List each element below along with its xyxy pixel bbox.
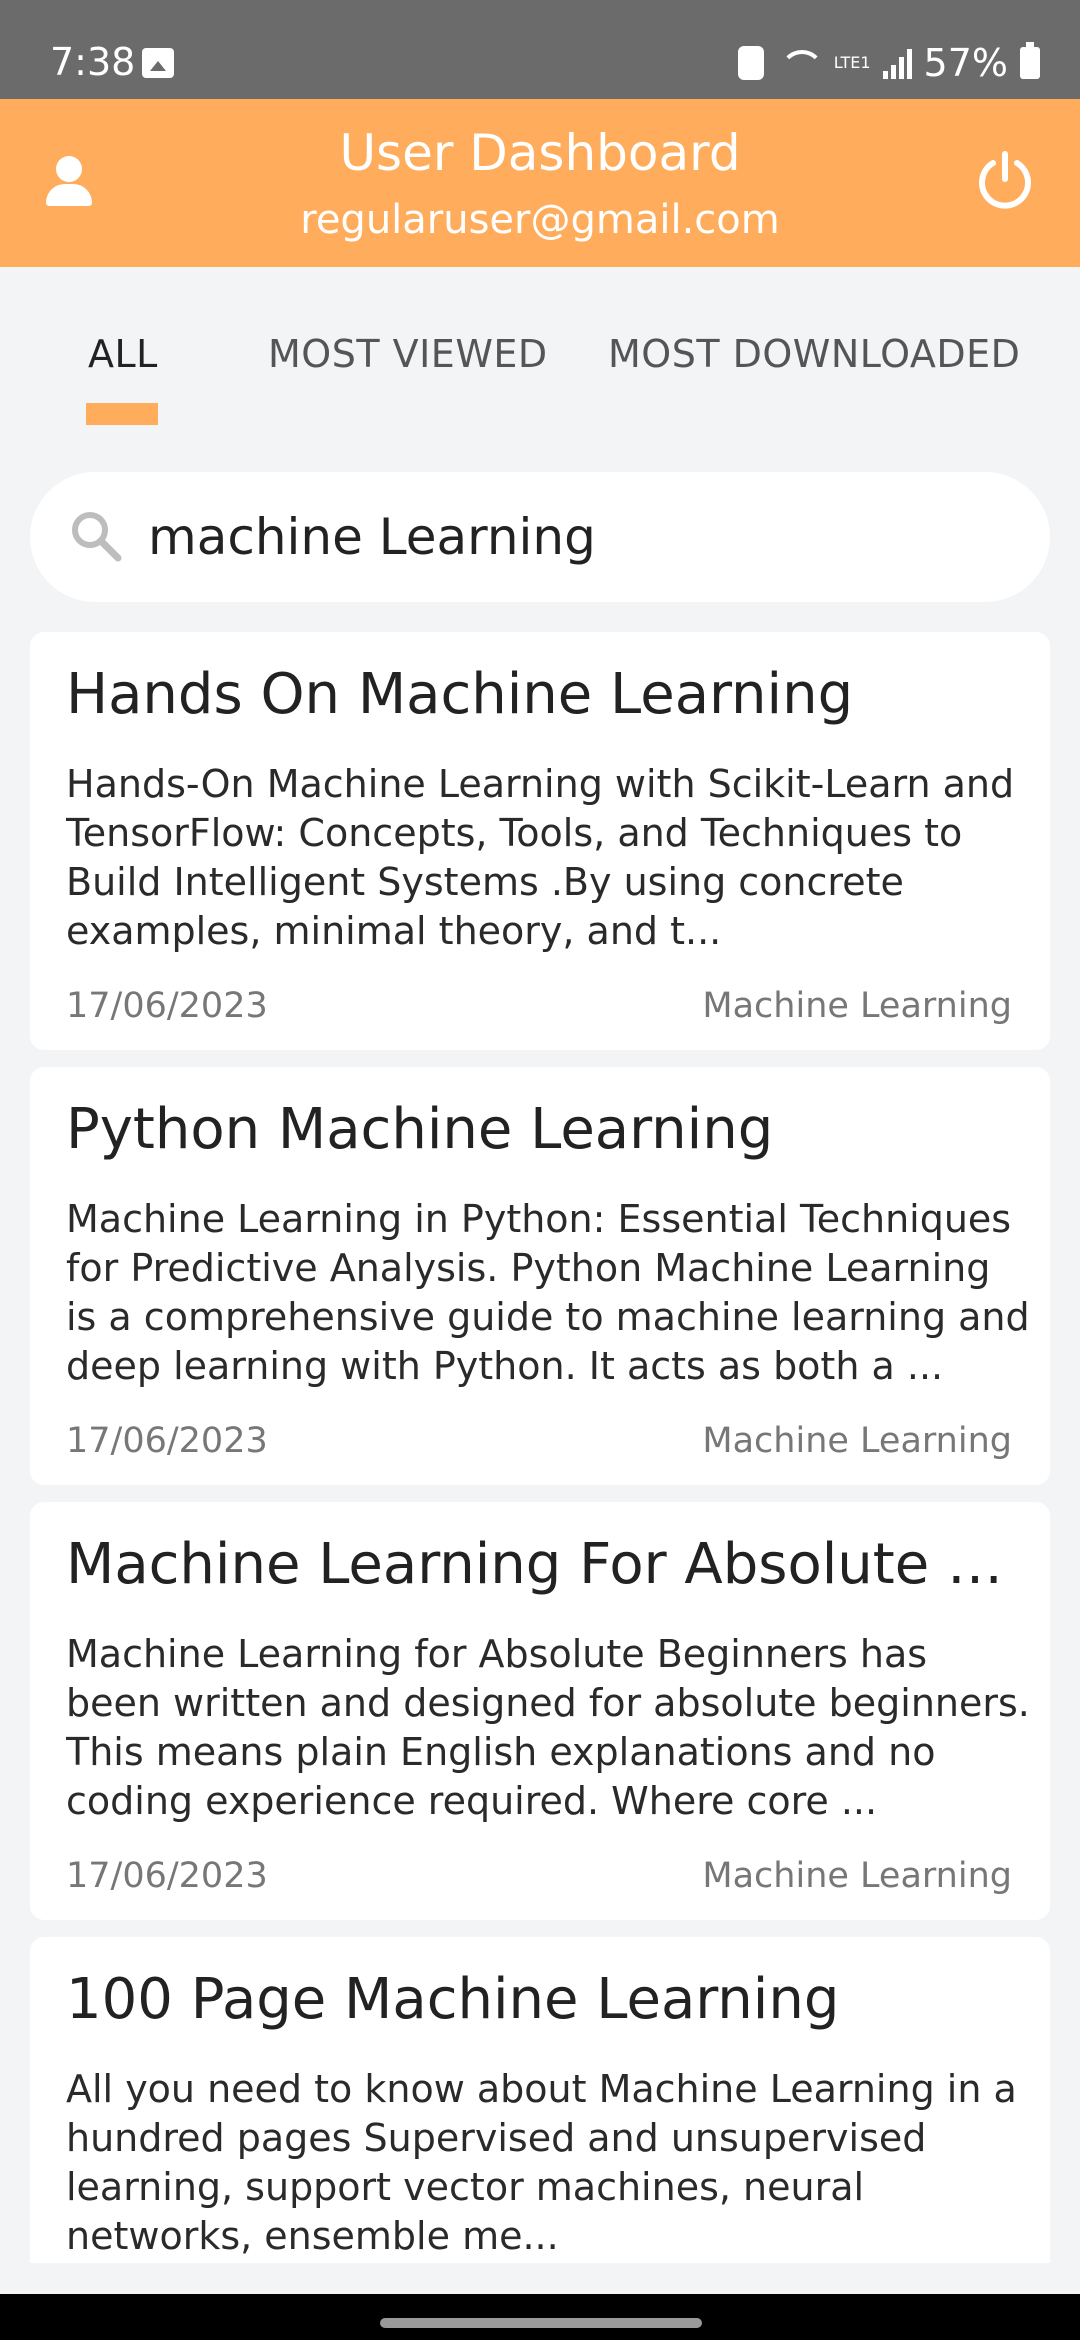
lte-label: LTE1 [833, 53, 871, 72]
book-card[interactable]: Machine Learning For Absolute B... Machi… [30, 1502, 1050, 1920]
book-title: Machine Learning For Absolute B... [66, 1532, 1026, 1597]
book-description: All you need to know about Machine Learn… [66, 2067, 1017, 2258]
book-date: 17/06/2023 [66, 986, 268, 1026]
search-icon [72, 512, 122, 562]
search-bar[interactable]: machine Learning [30, 472, 1050, 602]
signal-icon [882, 47, 912, 79]
book-card[interactable]: Python Machine Learning Machine Learning… [30, 1067, 1050, 1485]
book-description: Machine Learning for Absolute Beginners … [66, 1632, 1030, 1823]
book-category: Machine Learning [702, 1856, 1012, 1896]
book-card[interactable]: 100 Page Machine Learning All you need t… [30, 1937, 1050, 2263]
book-description: Hands-On Machine Learning with Scikit-Le… [66, 762, 1015, 953]
book-title: Hands On Machine Learning [66, 662, 854, 727]
book-category: Machine Learning [702, 986, 1012, 1026]
book-title: 100 Page Machine Learning [66, 1967, 840, 2032]
battery-icon [1020, 42, 1040, 79]
page-title: User Dashboard [339, 124, 741, 182]
tab-most-downloaded[interactable]: MOST DOWNLOADED [608, 332, 1020, 376]
filter-tabs: ALL MOST VIEWED MOST DOWNLOADED [0, 320, 1080, 430]
book-description: Machine Learning in Python: Essential Te… [66, 1197, 1030, 1388]
book-date: 17/06/2023 [66, 1856, 268, 1896]
wifi-icon [776, 46, 824, 80]
status-bar: 7:38 LTE1 57% [0, 0, 1080, 99]
book-date: 17/06/2023 [66, 1421, 268, 1461]
battery-percent: 57% [923, 41, 1008, 85]
status-time: 7:38 [50, 40, 136, 84]
book-title: Python Machine Learning [66, 1097, 774, 1162]
home-gesture-handle[interactable] [380, 2318, 702, 2328]
book-category: Machine Learning [702, 1421, 1012, 1461]
tab-most-viewed[interactable]: MOST VIEWED [268, 332, 548, 376]
app-header: User Dashboard regularuser@gmail.com [0, 99, 1080, 267]
book-card[interactable]: Hands On Machine Learning Hands-On Machi… [30, 632, 1050, 1050]
active-tab-indicator [86, 403, 158, 425]
tab-all[interactable]: ALL [88, 332, 158, 376]
battery-saver-icon [737, 46, 764, 80]
power-icon[interactable] [974, 149, 1036, 211]
system-nav-bar [0, 2294, 1080, 2340]
status-icons: LTE1 57% [737, 40, 1040, 86]
search-input[interactable]: machine Learning [148, 508, 596, 566]
gallery-notification-icon [142, 48, 174, 78]
user-email: regularuser@gmail.com [300, 197, 780, 243]
